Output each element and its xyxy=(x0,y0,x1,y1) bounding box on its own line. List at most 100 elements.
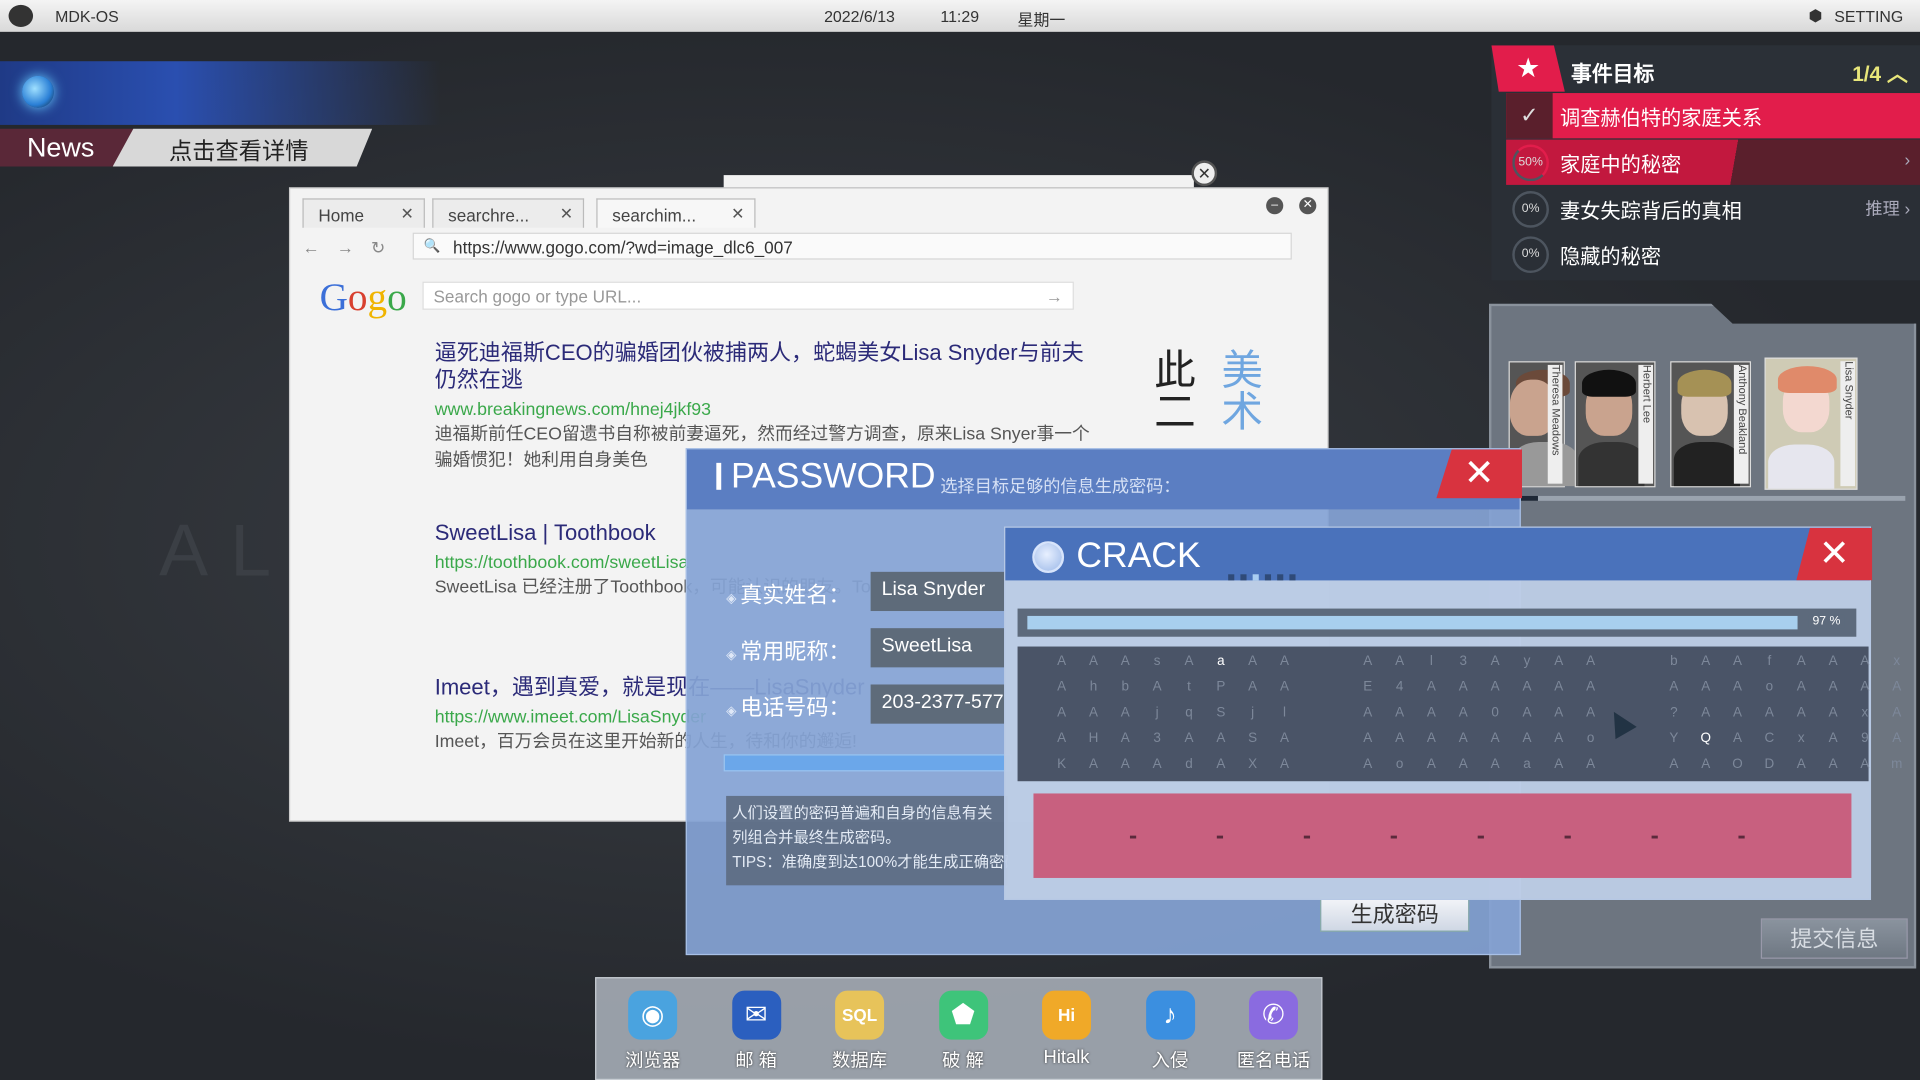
dock-app-mail[interactable]: ✉ 邮 箱 xyxy=(707,990,805,1073)
password-slot: - xyxy=(1737,822,1746,850)
objective-item[interactable]: 0% 隐藏的秘密 xyxy=(1506,231,1920,276)
os-logo-icon[interactable] xyxy=(8,4,34,27)
search-input[interactable]: Search gogo or type URL... → xyxy=(422,281,1074,310)
grid-char: A xyxy=(1057,705,1067,721)
dock-app-label: 邮 箱 xyxy=(735,1050,778,1072)
dock-app-label: 破 解 xyxy=(942,1050,984,1072)
arrow-right-icon[interactable]: → xyxy=(1046,287,1063,307)
close-tab-icon[interactable]: ✕ xyxy=(401,204,414,224)
close-tab-icon[interactable]: ✕ xyxy=(560,204,573,224)
generate-password-button[interactable]: 生成密码 xyxy=(1320,897,1470,932)
objectives-header[interactable]: ★ 事件目标 1/4 ︿ xyxy=(1491,45,1920,92)
crack-dialog: CRACK ✕ 97 % AAAsAaAAAAl3AyAAbAAfAAAxAhb… xyxy=(1004,526,1902,901)
grid-char: f xyxy=(1767,653,1772,669)
grid-char: 0 xyxy=(1491,705,1499,721)
grid-char: o xyxy=(1586,731,1595,746)
grid-char: E xyxy=(1363,679,1373,695)
objective-item[interactable]: 0% 妻女失踪背后的真相 推理 › xyxy=(1506,186,1920,231)
grid-char: A xyxy=(1363,705,1373,721)
reload-icon[interactable]: ↻ xyxy=(371,238,403,258)
nav-buttons[interactable]: ←→↻ xyxy=(302,238,402,259)
mail-icon: ✉ xyxy=(731,990,781,1040)
grid-char: A xyxy=(1701,705,1711,721)
grid-char: h xyxy=(1089,679,1098,695)
scrollbar-thumb[interactable] xyxy=(1520,495,1538,501)
grid-char: A xyxy=(1363,756,1373,772)
address-bar[interactable]: 🔍 https://www.gogo.com/?wd=image_dlc6_007 xyxy=(412,232,1292,260)
phone-field[interactable]: 203-2377-577 xyxy=(870,684,1006,724)
tab-search-images[interactable]: searchim... ✕ xyxy=(596,198,756,228)
tab-label: searchre... xyxy=(448,205,530,226)
profile-card-herbert[interactable]: Herbert Lee xyxy=(1574,361,1656,488)
objective-item[interactable]: 50% 家庭中的秘密 › xyxy=(1506,139,1920,185)
forward-icon[interactable]: → xyxy=(337,238,371,258)
result-title-link[interactable]: 逼死迪福斯CEO的骗婚团伙被捕两人，蛇蝎美女Lisa Snyder与前夫仍然在逃 xyxy=(435,339,1096,393)
grid-char: A xyxy=(1733,679,1743,695)
grid-char: A xyxy=(1764,705,1774,721)
grid-char: A xyxy=(1088,705,1098,721)
objectives-panel: ★ 事件目标 1/4 ︿ ✓ 调查赫伯特的家庭关系 50% 家庭中的秘密 › 0… xyxy=(1491,45,1920,281)
grid-char: A xyxy=(1363,653,1373,669)
back-icon[interactable]: ← xyxy=(302,238,336,258)
dock-app-phone[interactable]: ✆ 匿名电话 xyxy=(1224,990,1322,1073)
news-detail-button[interactable]: 点击查看详情 xyxy=(112,128,373,167)
profile-card-lisa[interactable]: Lisa Snyder xyxy=(1764,357,1858,490)
close-icon[interactable]: ✕ xyxy=(1796,527,1873,581)
close-window-icon[interactable]: ✕ xyxy=(1299,197,1317,215)
objective-item[interactable]: ✓ 调查赫伯特的家庭关系 xyxy=(1506,93,1920,139)
grid-char: A xyxy=(1184,653,1194,669)
calligraphy-image-blue: 美术 xyxy=(1214,347,1262,432)
tab-search-results[interactable]: searchre... ✕ xyxy=(432,198,585,228)
gear-icon[interactable]: ⬢ xyxy=(1809,6,1823,26)
grid-char: A xyxy=(1828,705,1838,721)
nickname-field[interactable]: SweetLisa xyxy=(870,628,1006,668)
close-icon[interactable]: ✕ xyxy=(1436,449,1523,499)
grid-char: 4 xyxy=(1395,679,1404,695)
minimize-icon[interactable]: – xyxy=(1266,197,1284,215)
grid-char: x xyxy=(1797,731,1805,746)
profile-card-anthony[interactable]: Anthony Beakland xyxy=(1670,361,1752,488)
dock-app-browser[interactable]: ◉ 浏览器 xyxy=(604,990,702,1073)
dock-app-crack[interactable]: ⬟ 破 解 xyxy=(914,990,1012,1073)
dock-app-database[interactable]: SQL 数据库 xyxy=(811,990,909,1073)
grid-char: A xyxy=(1586,705,1596,721)
submit-info-button[interactable]: 提交信息 xyxy=(1760,918,1908,959)
grid-char: A xyxy=(1120,731,1130,746)
grid-char: A xyxy=(1458,705,1468,721)
field-label: 常用昵称： xyxy=(726,634,850,666)
grid-char: A xyxy=(1057,679,1067,695)
grid-char: A xyxy=(1395,705,1405,721)
grid-char: A xyxy=(1216,731,1226,746)
crack-header: CRACK ✕ xyxy=(1005,527,1873,581)
tab-home[interactable]: Home ✕ xyxy=(302,198,425,228)
grid-char: X xyxy=(1248,756,1258,772)
grid-char: A xyxy=(1458,679,1468,695)
dock-app-intrude[interactable]: ♪ 入侵 xyxy=(1121,990,1219,1073)
objective-label: 隐藏的秘密 xyxy=(1560,246,1662,269)
result-url[interactable]: www.breakingnews.com/hnej4jkf93 xyxy=(435,400,1096,420)
chevron-right-icon[interactable]: › xyxy=(1904,149,1910,169)
grid-char: d xyxy=(1185,756,1193,772)
password-slot: - xyxy=(1476,822,1485,850)
close-icon[interactable]: ✕ xyxy=(1191,160,1218,187)
password-slot: - xyxy=(1650,822,1659,850)
star-icon: ★ xyxy=(1491,45,1565,92)
grid-char: A xyxy=(1248,679,1258,695)
grid-char: A xyxy=(1426,731,1436,746)
grid-char: D xyxy=(1764,756,1775,772)
close-tab-icon[interactable]: ✕ xyxy=(731,204,744,224)
real-name-field[interactable]: Lisa Snyder xyxy=(870,571,1006,612)
grid-char: A xyxy=(1892,731,1902,746)
password-slot: - xyxy=(1128,822,1138,850)
news-tab[interactable]: News xyxy=(0,128,135,167)
grid-row: A A Aj q Sj l A A A A 0 A A A? A A A A Ax A xyxy=(1018,700,1901,726)
cards-scrollbar[interactable] xyxy=(1518,495,1906,501)
url-text: https://www.gogo.com/?wd=image_dlc6_007 xyxy=(453,237,793,258)
dock-app-hitalk[interactable]: Hi Hitalk xyxy=(1018,990,1116,1068)
grid-char: A xyxy=(1733,653,1743,669)
objectives-count[interactable]: 1/4 ︿ xyxy=(1852,56,1908,87)
chevron-up-icon[interactable]: ︿ xyxy=(1887,62,1908,85)
grid-char: A xyxy=(1586,756,1596,772)
setting-button[interactable]: SETTING xyxy=(1834,7,1903,25)
reason-button[interactable]: 推理 › xyxy=(1865,196,1910,220)
